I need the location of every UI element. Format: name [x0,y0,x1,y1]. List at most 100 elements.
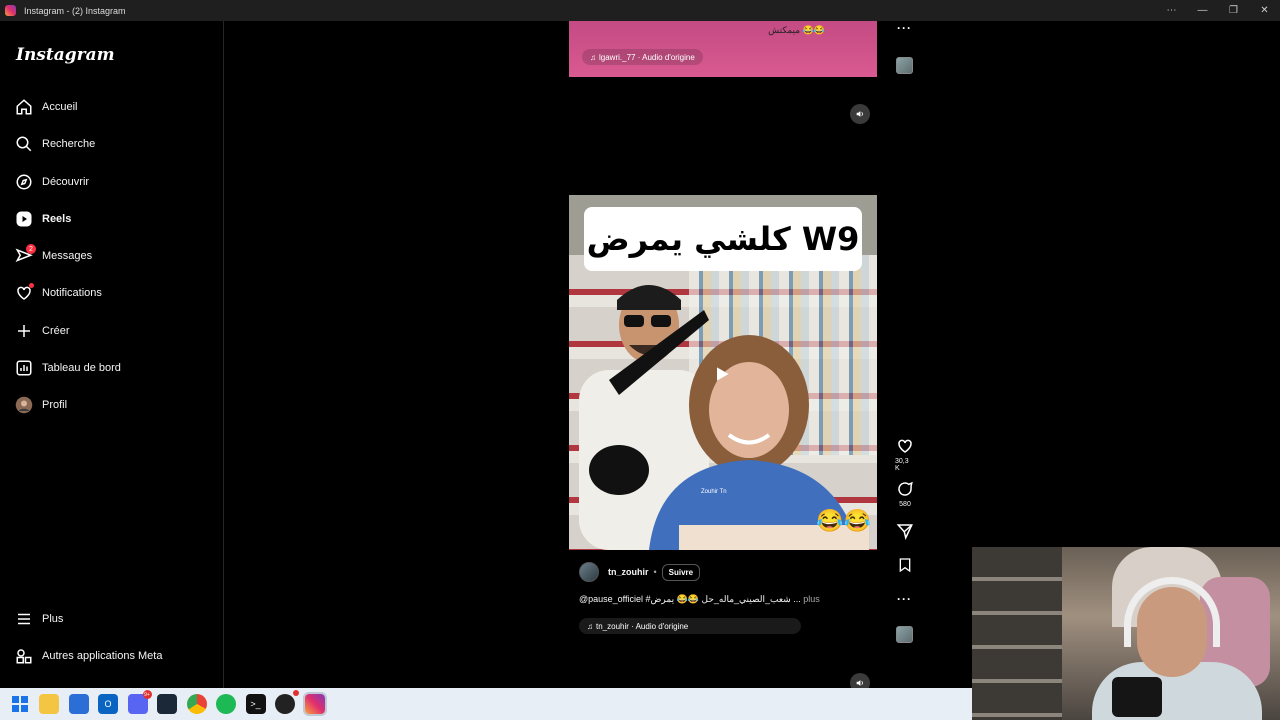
discord-badge: 9+ [142,690,152,699]
author-username[interactable]: tn_zouhir [608,567,649,577]
window-title: Instagram - (2) Instagram [24,5,126,16]
reel-description[interactable]: @pause_officiel #شعب_الصيني_ماله_حل 😂😂 ي… [579,594,869,605]
previous-reel-more-button[interactable]: ··· [897,21,912,35]
instagram-logo[interactable]: Instagram [16,45,115,65]
sidebar-item-decouvrir[interactable]: Découvrir [12,166,212,198]
steam-icon[interactable] [157,694,177,714]
terminal-icon[interactable]: >_ [245,694,266,714]
sidebar-item-autres-applications-meta[interactable]: Autres applications Meta [12,640,212,672]
sidebar-item-recherche[interactable]: Recherche [12,128,212,160]
github-icon[interactable] [275,690,299,714]
discord-icon[interactable]: 9+ [127,690,152,714]
video-emojis: 😂😂 [816,508,871,533]
messages-badge: 2 [26,244,36,254]
instagram-app-icon [5,5,16,16]
heart-icon [12,281,36,305]
video-caption-overlay: كلشي يمرض W9 [584,207,862,271]
music-note-icon: ♫ [587,621,593,631]
outlook-icon[interactable]: O [98,694,118,714]
sidebar-item-label: Notifications [42,287,102,299]
speaker-icon [856,111,863,117]
play-icon [717,367,729,381]
close-button[interactable]: ✕ [1249,0,1280,21]
bookmark-icon [899,558,911,573]
play-button[interactable] [709,361,735,387]
github-notification-dot [293,690,299,696]
comment-action[interactable]: 580 [895,480,915,508]
windows-start-icon[interactable] [10,694,30,714]
music-note-icon: ♫ [590,52,596,62]
plus-icon [12,319,36,343]
comment-count: 580 [899,501,911,508]
sidebar-item-label: Tableau de bord [42,362,121,374]
sidebar-item-label: Messages [42,250,93,262]
reel-more-button[interactable]: ··· [897,592,912,606]
sidebar-item-label: Autres applications Meta [42,650,163,662]
sidebar-item-profil[interactable]: Profil [12,389,212,421]
share-action[interactable] [895,522,915,540]
spotify-icon[interactable] [216,694,236,714]
sidebar-item-reels[interactable]: Reels [12,203,212,235]
sound-toggle-button[interactable] [850,104,870,124]
next-reel-sound-button[interactable] [850,673,870,688]
reel-audio[interactable]: ♫ tn_zouhir · Audio d'origine [579,618,801,634]
audio-label: tn_zouhir · Audio d'origine [596,621,689,631]
heart-icon [898,439,912,453]
home-icon [12,95,36,119]
messenger-icon: 2 [12,244,36,268]
sidebar-item-label: Reels [42,213,72,225]
speaker-icon [856,680,863,686]
reel-author-row: tn_zouhir • Suivre [579,562,701,582]
restore-button[interactable]: ❐ [1218,0,1249,21]
like-count: 30,3 K [895,458,909,472]
sidebar-item-tableau-de-bord[interactable]: Tableau de bord [12,352,212,384]
reel-video[interactable]: كلشي يمرض W9 Zouhir Tn 😂😂 [569,195,877,550]
sidebar-item-plus[interactable]: Plus [12,603,212,635]
previous-reel-audio-thumb[interactable] [896,57,913,74]
author-separator: • [653,567,657,577]
sidebar-item-label: Découvrir [42,176,90,188]
previous-reel-caption: ميمكتش 😂😂 [768,25,825,35]
sidebar-item-notifications[interactable]: Notifications [12,277,212,309]
compass-icon [12,170,36,194]
sidebar-item-label: Accueil [42,101,78,113]
video-watermark: Zouhir Tn [701,489,727,495]
author-avatar[interactable] [579,562,599,582]
sidebar: Instagram Accueil Recherche Découvrir Re… [0,21,224,688]
chrome-icon[interactable] [186,694,207,714]
meta-apps-icon [12,644,36,668]
more-options-icon[interactable]: ⋯ [1156,0,1187,21]
instagram-icon[interactable] [302,692,327,716]
window-titlebar: Instagram - (2) Instagram ⋯ — ❐ ✕ [0,0,1280,21]
sidebar-item-label: Plus [42,613,64,625]
minimize-button[interactable]: — [1187,0,1218,21]
save-action[interactable] [895,557,915,573]
webcam-microphone [1112,677,1162,717]
previous-reel[interactable]: ميمكتش 😂😂 ♫ lgawri._77 · Audio d'origine [569,21,877,77]
avatar-icon [12,393,36,417]
follow-button[interactable]: Suivre [661,563,701,581]
like-action[interactable]: 30,3 K [895,437,915,472]
sidebar-item-label: Recherche [42,138,96,150]
search-icon [12,132,36,156]
sidebar-item-label: Créer [42,325,70,337]
audio-label: lgawri._77 · Audio d'origine [599,52,695,62]
sidebar-item-accueil[interactable]: Accueil [12,91,212,123]
previous-reel-audio[interactable]: ♫ lgawri._77 · Audio d'origine [582,49,703,65]
sidebar-item-label: Profil [42,399,68,411]
sidebar-item-creer[interactable]: Créer [12,315,212,347]
menu-icon [12,607,36,631]
description-text: @pause_officiel #شعب_الصيني_ماله_حل 😂😂 ي… [579,594,801,604]
more-link[interactable]: plus [801,594,820,604]
store-icon[interactable] [68,694,89,714]
windows-taskbar: O 9+ >_ [0,688,972,720]
sidebar-item-messages[interactable]: 2 Messages [12,240,212,272]
share-icon [896,524,913,540]
notification-dot [29,283,34,288]
webcam-overlay [972,547,1280,720]
file-explorer-icon[interactable] [39,694,59,714]
reel-audio-thumb[interactable] [896,626,913,643]
window-controls: ⋯ — ❐ ✕ [1156,0,1280,21]
dashboard-icon [12,356,36,380]
webcam-background-shelf [972,547,1062,720]
